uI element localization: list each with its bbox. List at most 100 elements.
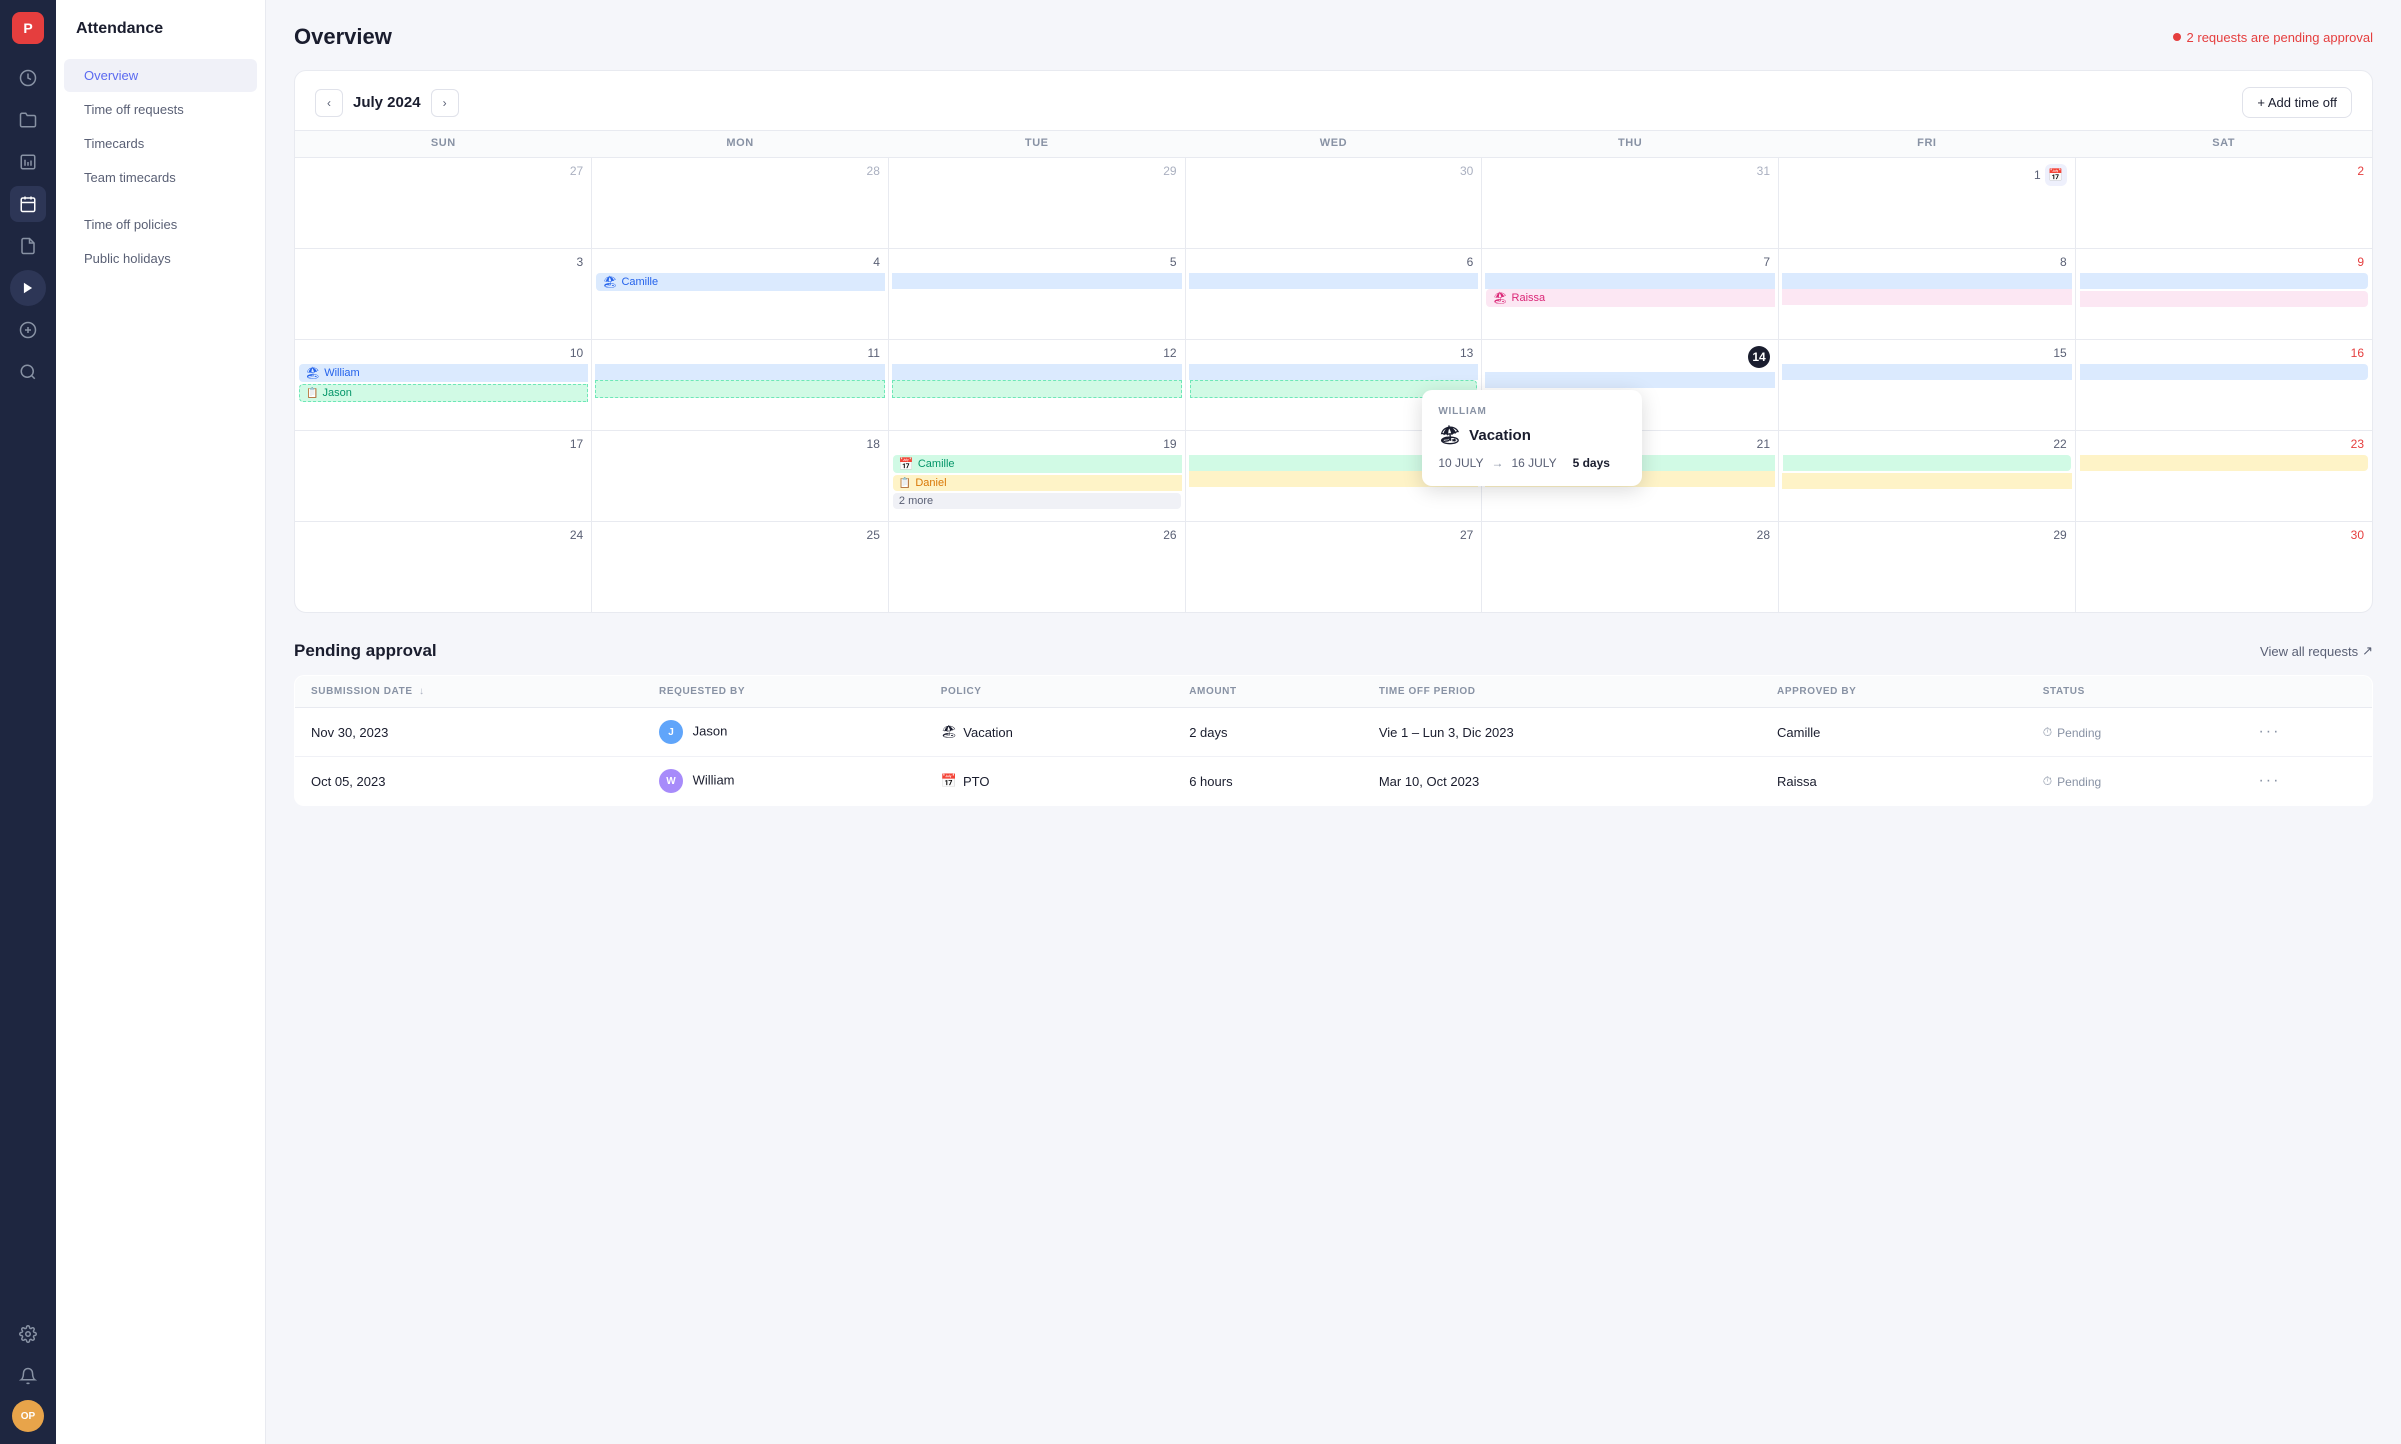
sidebar-item-time-off-requests-label: Time off requests [84, 102, 184, 117]
cell-status-2: ⏱ Pending [2027, 757, 2243, 806]
amount-1: 2 days [1189, 725, 1227, 740]
main-header: Overview 2 requests are pending approval [294, 24, 2373, 50]
date-jul4: 4 [596, 253, 884, 273]
date-jul24: 24 [299, 526, 587, 546]
status-label-1: Pending [2057, 726, 2101, 740]
event-william-w3-mid2[interactable] [892, 364, 1182, 380]
event-william-w3-mid1[interactable] [595, 364, 885, 380]
date-jul5: 5 [893, 253, 1181, 273]
tooltip-dates: 10 JULY → 16 JULY 5 days [1438, 456, 1626, 470]
sidebar-item-team-timecards-label: Team timecards [84, 170, 176, 185]
cell-period-2: Mar 10, Oct 2023 [1363, 757, 1761, 806]
date-jul10: 10 [299, 344, 587, 364]
event-camille-week2-mid1[interactable] [892, 273, 1182, 289]
requested-by-2: William [693, 772, 735, 787]
event-raissa-week2-end[interactable] [2080, 291, 2368, 307]
event-camille-week2-end[interactable] [2080, 273, 2368, 289]
event-jason-name: Jason [322, 387, 351, 399]
day-header-mon: MON [592, 131, 889, 158]
event-camille-w4-end[interactable] [1783, 455, 2071, 471]
cal-cell-jun29: 29 [888, 158, 1185, 249]
col-actions [2242, 676, 2372, 708]
event-jason-w3-mid2[interactable] [892, 380, 1182, 398]
sidebar-item-public-holidays[interactable]: Public holidays [64, 242, 257, 275]
event-daniel-w4-end[interactable] [2080, 455, 2368, 471]
prev-month-button[interactable]: ‹ [315, 89, 343, 117]
date-jun27: 27 [299, 162, 587, 182]
date-jul2: 2 [2080, 162, 2368, 182]
view-all-requests-link[interactable]: View all requests ↗ [2260, 643, 2373, 659]
date-jul18: 18 [596, 435, 884, 455]
rail-icon-attendance[interactable] [10, 186, 46, 222]
rail-icon-add[interactable] [10, 312, 46, 348]
date-jul23: 23 [2080, 435, 2368, 455]
cal-cell-jul28: 28 [1482, 522, 1779, 613]
sidebar-title: Attendance [56, 20, 265, 58]
more-actions-btn-1[interactable]: ··· [2258, 723, 2280, 740]
period-2: Mar 10, Oct 2023 [1379, 774, 1479, 789]
sidebar-item-overview-label: Overview [84, 68, 138, 83]
day-header-thu: THU [1482, 131, 1779, 158]
table-row: Oct 05, 2023 W William 📅 PTO 6 hours Mar [295, 757, 2373, 806]
event-william-w3-mid5[interactable] [1782, 364, 2072, 380]
avatar-jason: J [659, 720, 683, 744]
user-avatar[interactable]: OP [12, 1400, 44, 1432]
event-camille-week2-mid3[interactable] [1485, 273, 1775, 289]
tooltip-days: 5 days [1573, 456, 1610, 470]
event-raissa-name: Raissa [1512, 292, 1546, 304]
cal-cell-jul17: 17 [295, 431, 592, 522]
sidebar-item-time-off-requests[interactable]: Time off requests [64, 93, 257, 126]
event-daniel-week4[interactable]: 📋 Daniel [893, 475, 1182, 491]
date-jun31: 31 [1486, 162, 1774, 182]
sidebar-item-time-off-policies[interactable]: Time off policies [64, 208, 257, 241]
event-camille-week4[interactable]: 📅 Camille [893, 455, 1182, 473]
event-jason-w3-mid1[interactable] [595, 380, 885, 398]
cal-cell-jul3: 3 [295, 249, 592, 340]
cell-status-1: ⏱ Pending [2027, 708, 2243, 757]
rail-icon-search[interactable] [10, 354, 46, 390]
rail-icon-doc[interactable] [10, 228, 46, 264]
event-camille-week2-mid4[interactable] [1782, 273, 2072, 289]
pending-clock-icon-1: ⏱ [2043, 725, 2052, 740]
rail-icon-clock[interactable] [10, 60, 46, 96]
more-actions-btn-2[interactable]: ··· [2258, 772, 2280, 789]
rail-icon-folder[interactable] [10, 102, 46, 138]
event-camille-week2[interactable]: 🏖 Camille [596, 273, 885, 291]
sidebar-item-timecards[interactable]: Timecards [64, 127, 257, 160]
more-events-indicator[interactable]: 2 more [893, 493, 1181, 509]
rail-icon-play[interactable] [10, 270, 46, 306]
event-william-w3-mid4[interactable] [1485, 372, 1775, 388]
sidebar-item-overview[interactable]: Overview [64, 59, 257, 92]
cal-cell-jul7: 7 🏖 Raissa [1482, 249, 1779, 340]
vacation-emoji-1: 🏖 [941, 724, 958, 740]
cell-approved-by-2: Raissa [1761, 757, 2027, 806]
status-label-2: Pending [2057, 775, 2101, 789]
cell-actions-1: ··· [2242, 708, 2372, 757]
event-william-w3-mid3[interactable] [1189, 364, 1479, 380]
event-daniel-w4-mid3[interactable] [1782, 473, 2072, 489]
date-jul17: 17 [299, 435, 587, 455]
event-william-w3-end[interactable] [2080, 364, 2368, 380]
next-month-button[interactable]: › [431, 89, 459, 117]
add-time-off-label: + Add time off [2257, 95, 2337, 110]
day-header-fri: FRI [1779, 131, 2076, 158]
event-william-week3[interactable]: 🏖 William [299, 364, 588, 382]
event-raissa-week2-mid[interactable] [1782, 289, 2072, 305]
date-jun30: 30 [1190, 162, 1478, 182]
rail-icon-bell[interactable] [10, 1358, 46, 1394]
cell-submission-date-1: Nov 30, 2023 [295, 708, 644, 757]
cal-cell-jul10: 10 🏖 William 📋 Jason [295, 340, 592, 431]
event-jason-week3[interactable]: 📋 Jason [299, 384, 588, 402]
cell-policy-1: 🏖 Vacation [925, 708, 1173, 757]
sidebar-item-team-timecards[interactable]: Team timecards [64, 161, 257, 194]
rail-icon-settings[interactable] [10, 1316, 46, 1352]
tooltip-start: 10 JULY [1438, 456, 1483, 470]
event-camille-week2-mid2[interactable] [1189, 273, 1479, 289]
rail-icon-chart[interactable] [10, 144, 46, 180]
event-raissa-week2[interactable]: 🏖 Raissa [1486, 289, 1775, 307]
cal-cell-jul12: 12 [888, 340, 1185, 431]
calendar-card: ‹ July 2024 › + Add time off SUN MON TUE… [294, 70, 2373, 613]
cal-cell-jul15: 15 [1779, 340, 2076, 431]
page-title: Overview [294, 24, 392, 50]
add-time-off-button[interactable]: + Add time off [2242, 87, 2352, 118]
